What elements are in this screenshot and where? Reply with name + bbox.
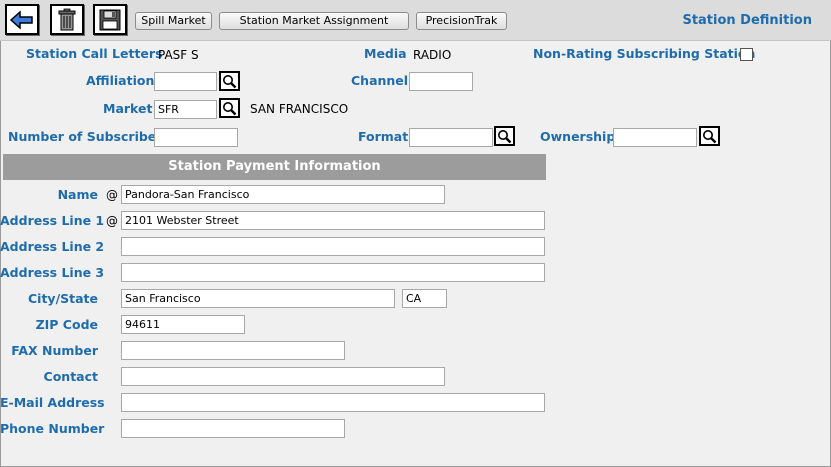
station-call-letters-value: PASF S [158, 48, 199, 62]
station-call-letters-label: Station Call Letters [26, 46, 163, 61]
zip-code-label: ZIP Code [35, 317, 98, 332]
address-line-2-label: Address Line 2 [0, 239, 105, 254]
city-input[interactable]: San Francisco [121, 289, 395, 308]
affiliation-lookup-button[interactable] [219, 71, 240, 91]
format-lookup-button[interactable] [494, 126, 515, 146]
market-lookup-button[interactable] [219, 98, 240, 118]
page-title: Station Definition [682, 13, 812, 28]
address-line-1-input[interactable]: 2101 Webster Street [121, 211, 545, 230]
address-line-3-input[interactable] [121, 263, 545, 282]
market-input[interactable]: SFR [154, 100, 217, 119]
fax-number-label: FAX Number [11, 343, 98, 358]
delete-button[interactable] [50, 4, 84, 35]
market-name: SAN FRANCISCO [250, 102, 349, 116]
format-label: Format [358, 129, 409, 144]
magnifier-icon [223, 74, 237, 88]
toolbar: Spill Market Station Market Assignment P… [0, 0, 831, 41]
media-label: Media [364, 46, 407, 61]
address-line-3-label: Address Line 3 [0, 265, 105, 280]
back-button[interactable] [5, 4, 39, 35]
affiliation-label: Affiliation [86, 73, 155, 88]
magnifier-icon [703, 129, 717, 143]
save-button[interactable] [93, 4, 127, 35]
save-disk-icon [99, 9, 121, 30]
subscribers-input[interactable] [154, 128, 238, 147]
precisiontrak-button[interactable]: PrecisionTrak [416, 12, 507, 30]
address-line-1-at-symbol: @ [106, 214, 118, 228]
non-rating-label: Non-Rating Subscribing Station [533, 46, 756, 61]
fax-number-input[interactable] [121, 341, 345, 360]
affiliation-input[interactable] [154, 72, 217, 91]
channel-label: Channel [351, 73, 409, 88]
contact-label: Contact [43, 369, 98, 384]
ownership-label: Ownership [540, 129, 616, 144]
magnifier-icon [498, 129, 512, 143]
state-input[interactable]: CA [402, 289, 447, 308]
ownership-input[interactable] [613, 128, 697, 147]
address-line-1-label: Address Line 1 [0, 213, 105, 228]
contact-input[interactable] [121, 367, 445, 386]
channel-input[interactable] [409, 72, 473, 91]
subscribers-label: Number of Subscribers [8, 129, 170, 144]
media-value: RADIO [413, 48, 452, 62]
spill-market-button[interactable]: Spill Market [135, 12, 212, 30]
non-rating-checkbox[interactable] [740, 48, 753, 61]
market-label: Market [103, 101, 153, 116]
email-address-label: E-Mail Address [0, 395, 105, 410]
format-input[interactable] [409, 128, 493, 147]
magnifier-icon [223, 101, 237, 115]
phone-number-label: Phone Number [0, 421, 105, 436]
address-line-2-input[interactable] [121, 237, 545, 256]
trash-icon [58, 8, 76, 30]
payment-section-header: Station Payment Information [3, 154, 546, 180]
name-input[interactable]: Pandora-San Francisco [121, 185, 445, 204]
name-at-symbol: @ [106, 188, 118, 202]
station-market-assignment-button[interactable]: Station Market Assignment [219, 12, 409, 30]
phone-number-input[interactable] [121, 419, 345, 438]
city-state-label: City/State [27, 291, 98, 306]
back-arrow-icon [9, 9, 33, 30]
ownership-lookup-button[interactable] [699, 126, 720, 146]
name-label: Name [57, 187, 98, 202]
email-address-input[interactable] [121, 393, 545, 412]
zip-code-input[interactable]: 94611 [121, 315, 245, 334]
